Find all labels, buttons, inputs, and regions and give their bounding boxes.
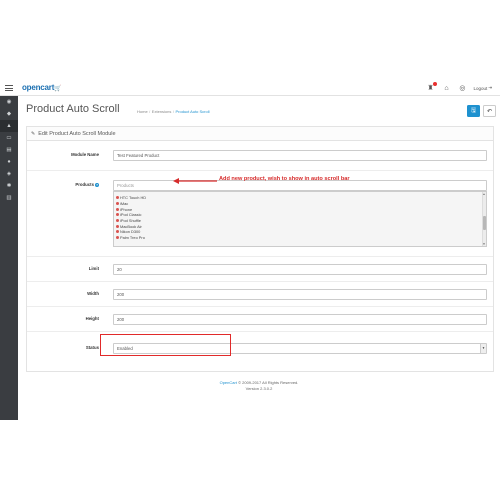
height-input[interactable]: 200 (113, 314, 487, 325)
top-bar: opencart🛒 ♜ ⌂ ◎ Logout ⇥ (0, 80, 500, 96)
status-label: Status (85, 345, 99, 350)
reply-icon: ↶ (486, 108, 493, 115)
product-name: iPod Classic (120, 212, 142, 218)
help-icon[interactable]: ? (95, 183, 99, 187)
life-ring-icon[interactable]: ◎ (457, 83, 467, 93)
chart-icon[interactable]: ▥ (0, 192, 18, 204)
puzzle-icon[interactable]: ▲ (0, 120, 18, 132)
remove-icon[interactable] (116, 236, 119, 240)
dashboard-icon[interactable]: ◉ (0, 96, 18, 108)
products-label-text: Products (75, 182, 94, 187)
chevron-down-icon: ▾ (480, 344, 486, 353)
width-input[interactable]: 200 (113, 289, 487, 300)
top-icons: ♜ ⌂ ◎ Logout ⇥ (425, 82, 492, 93)
remove-icon[interactable] (116, 219, 119, 223)
cart-icon[interactable]: ▤ (0, 144, 18, 156)
logout-link[interactable]: Logout ⇥ (473, 85, 492, 91)
footer: OpenCart © 2009-2017 All Rights Reserved… (18, 380, 500, 392)
footer-version: Version 2.3.0.2 (245, 386, 273, 391)
breadcrumb: Home / Extensions / Product Auto Scroll (137, 109, 210, 114)
header-buttons: 🖫 ↶ (467, 105, 496, 117)
menu-icon[interactable] (5, 84, 13, 92)
annotation-text: Add new product, wish to show in auto sc… (219, 176, 350, 182)
scroll-up-icon[interactable]: ▲ (482, 192, 486, 196)
annotation-highlight-box (100, 334, 231, 356)
remove-icon[interactable] (116, 213, 119, 217)
annotation-arrow-icon (173, 178, 217, 184)
status-row: Status Enabled ▾ (27, 332, 493, 372)
module-name-label: Module Name (71, 152, 99, 157)
desktop-icon[interactable]: ▭ (0, 132, 18, 144)
cog-icon[interactable]: ✱ (0, 180, 18, 192)
scrollbar[interactable]: ▲ ▼ (482, 192, 486, 246)
sidebar: ◉ ◆ ▲ ▭ ▤ ● ◈ ✱ ▥ (0, 96, 18, 420)
width-label: Width (87, 291, 99, 296)
limit-label: Limit (88, 266, 99, 271)
product-name: iPod Shuffle (120, 218, 141, 224)
breadcrumb-extensions[interactable]: Extensions (152, 109, 172, 114)
product-name: iPhone (120, 206, 133, 212)
save-icon: 🖫 (470, 108, 477, 114)
module-name-input[interactable]: Test Featured Product (113, 150, 487, 161)
footer-copyright: © 2009-2017 All Rights Reserved. (238, 380, 299, 385)
module-name-row: Module Name Test Featured Product (27, 141, 493, 171)
list-item[interactable]: Palm Treo Pro (114, 235, 486, 241)
height-row: Height 200 (27, 307, 493, 332)
save-button[interactable]: 🖫 (467, 105, 480, 117)
footer-brand-link[interactable]: OpenCart (220, 380, 237, 385)
user-icon[interactable]: ● (0, 156, 18, 168)
limit-input[interactable]: 20 (113, 264, 487, 275)
page-header: Product Auto Scroll Home / Extensions / Prod… (26, 101, 496, 119)
share-icon[interactable]: ◈ (0, 168, 18, 180)
remove-icon[interactable] (116, 196, 119, 200)
product-name: Nikon D300 (120, 229, 141, 235)
logo-text: opencart (22, 83, 55, 92)
width-row: Width 200 (27, 282, 493, 307)
product-name: Palm Treo Pro (120, 235, 145, 241)
products-list[interactable]: HTC Touch HD iMac iPhone iPod Classic iP… (113, 191, 487, 247)
cart-logo-icon: 🛒 (54, 86, 62, 92)
remove-icon[interactable] (116, 207, 119, 211)
page-title: Product Auto Scroll (26, 103, 120, 115)
breadcrumb-home[interactable]: Home (137, 109, 148, 114)
product-name: iMac (120, 201, 129, 207)
remove-icon[interactable] (116, 224, 119, 228)
products-label: Products? (75, 182, 99, 187)
edit-panel: ✎ Edit Product Auto Scroll Module Module… (26, 126, 494, 372)
height-label: Height (85, 316, 99, 321)
tag-icon[interactable]: ◆ (0, 108, 18, 120)
main-content: Product Auto Scroll Home / Extensions / Prod… (18, 96, 500, 420)
sign-out-icon: ⇥ (488, 85, 492, 90)
back-button[interactable]: ↶ (483, 105, 496, 117)
remove-icon[interactable] (116, 230, 119, 234)
home-icon[interactable]: ⌂ (441, 83, 451, 93)
panel-heading-text: Edit Product Auto Scroll Module (38, 130, 116, 137)
remove-icon[interactable] (116, 202, 119, 206)
limit-row: Limit 20 (27, 257, 493, 282)
pencil-icon: ✎ (31, 130, 36, 137)
scroll-thumb[interactable] (482, 216, 486, 230)
product-name: MacBook Air (120, 223, 142, 229)
logout-label: Logout (473, 85, 488, 91)
products-row: Products? Products HTC Touch HD iMac iPh… (27, 171, 493, 257)
bell-icon[interactable]: ♜ (425, 82, 438, 93)
breadcrumb-current[interactable]: Product Auto Scroll (176, 109, 210, 114)
app-window: opencart🛒 ♜ ⌂ ◎ Logout ⇥ ◉ ◆ ▲ ▭ ▤ ● ◈ ✱ … (0, 80, 500, 420)
product-name: HTC Touch HD (120, 195, 147, 201)
panel-heading: ✎ Edit Product Auto Scroll Module (27, 127, 493, 141)
scroll-down-icon[interactable]: ▼ (482, 242, 486, 246)
alert-badge (433, 82, 438, 86)
opencart-logo[interactable]: opencart🛒 (22, 83, 62, 92)
